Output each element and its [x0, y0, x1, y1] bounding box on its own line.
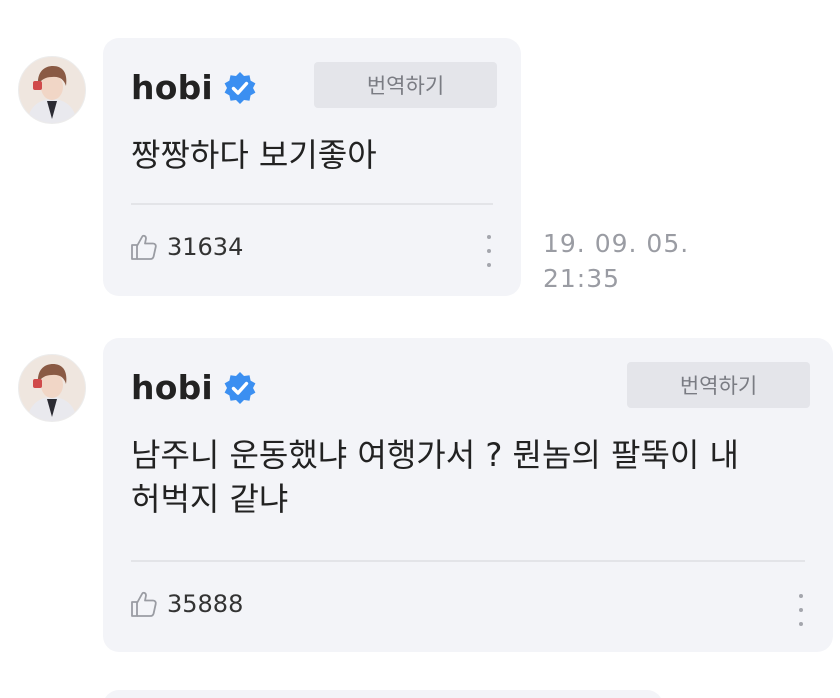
comment-divider: [131, 203, 493, 205]
translate-button[interactable]: 번역하기: [314, 62, 497, 108]
more-dot: [799, 594, 803, 598]
comment-text: 짱짱하다 보기좋아: [131, 136, 377, 174]
like-button[interactable]: 31634: [129, 232, 243, 262]
author-row: hobi: [131, 368, 257, 407]
author-avatar[interactable]: [18, 56, 86, 124]
verified-badge-icon: [224, 71, 256, 104]
more-dot: [799, 622, 803, 626]
comment-card: hobi 번역하기 남주니 운동했냐 여행가서 ? 뭔놈의 팔뚝이 내 허벅지 …: [103, 338, 833, 652]
next-comment-card: [103, 690, 663, 698]
translate-button[interactable]: 번역하기: [627, 362, 810, 408]
more-dot: [799, 608, 803, 612]
like-button[interactable]: 35888: [129, 589, 243, 619]
thumbs-up-icon: [131, 234, 157, 260]
author-avatar[interactable]: [18, 354, 86, 422]
like-count: 31634: [167, 233, 244, 261]
more-options-button[interactable]: [791, 594, 811, 626]
more-dot: [487, 235, 491, 239]
avatar-photo-icon: [19, 57, 85, 123]
comment-text: 남주니 운동했냐 여행가서 ? 뭔놈의 팔뚝이 내 허벅지 같냐: [131, 436, 739, 518]
verified-badge-icon: [224, 371, 256, 404]
comment-card: hobi 번역하기 짱짱하다 보기좋아 31634: [103, 38, 521, 296]
more-options-button[interactable]: [479, 235, 499, 267]
avatar-photo-icon: [19, 355, 85, 421]
comment-thread: hobi 번역하기 짱짱하다 보기좋아 31634 19. 09. 05. 21…: [0, 0, 840, 698]
author-row: hobi: [131, 68, 257, 107]
author-name[interactable]: hobi: [131, 68, 213, 107]
like-count: 35888: [167, 590, 244, 618]
more-dot: [487, 249, 491, 253]
comment-timestamp: 19. 09. 05. 21:35: [543, 229, 690, 293]
author-name[interactable]: hobi: [131, 368, 213, 407]
comment-divider: [131, 560, 805, 562]
more-dot: [487, 263, 491, 267]
thumbs-up-icon: [131, 591, 157, 617]
